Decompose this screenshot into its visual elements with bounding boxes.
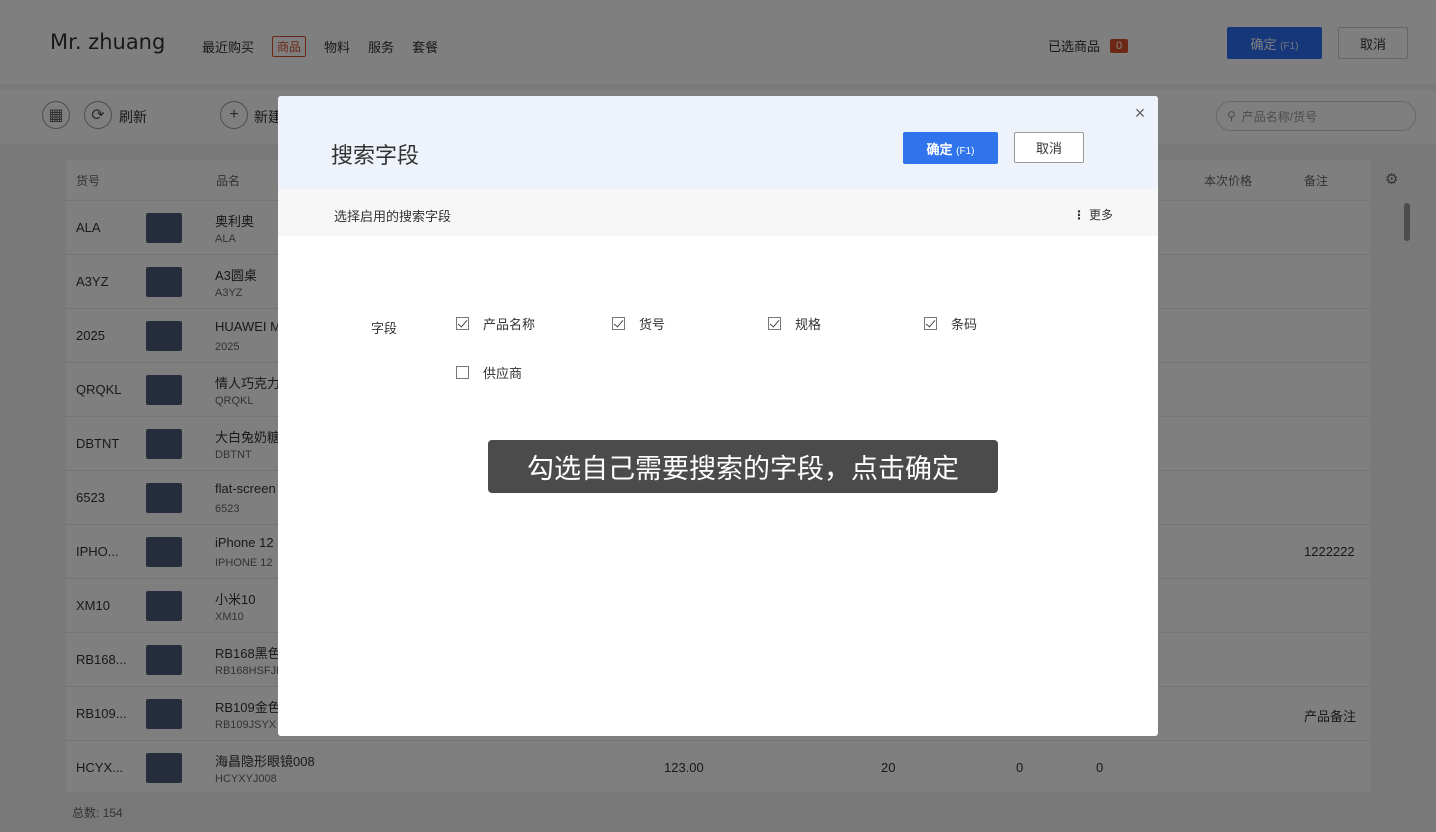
field-option-spec[interactable]: 规格 [768,314,821,333]
field-option-code[interactable]: 货号 [612,314,665,333]
more-label: 更多 [1089,208,1114,222]
field-label: 字段 [371,321,398,336]
more-vertical-icon: ⋮ [1073,207,1085,222]
option-label: 供应商 [483,366,523,381]
dialog-subheader: 选择启用的搜索字段 ⋮ 更多 [278,189,1158,236]
search-fields-dialog: 搜索字段 确定 (F1) 取消 × 选择启用的搜索字段 ⋮ 更多 字段 产品名称… [278,96,1158,736]
dialog-title: 搜索字段 [331,143,420,168]
checkbox[interactable] [456,366,469,379]
tutorial-caption: 勾选自己需要搜索的字段，点击确定 [488,440,998,493]
field-option-supplier[interactable]: 供应商 [456,363,522,382]
option-label: 条码 [951,317,978,332]
checkbox[interactable] [612,317,625,330]
field-option-barcode[interactable]: 条码 [924,314,977,333]
dialog-confirm-hotkey: (F1) [956,145,975,157]
dialog-confirm-button[interactable]: 确定 (F1) [903,132,998,164]
more-button[interactable]: ⋮ 更多 [1073,206,1113,223]
option-label: 货号 [639,317,666,332]
option-label: 规格 [795,317,822,332]
option-label: 产品名称 [483,317,536,332]
dialog-header: 搜索字段 确定 (F1) 取消 × [278,96,1158,189]
close-icon[interactable]: × [1132,103,1148,123]
checkbox[interactable] [768,317,781,330]
checkbox[interactable] [924,317,937,330]
subheader-title: 选择启用的搜索字段 [334,209,452,224]
dialog-confirm-label: 确定 [926,141,953,157]
dialog-cancel-button[interactable]: 取消 [1014,132,1084,163]
field-option-product-name[interactable]: 产品名称 [456,314,535,333]
checkbox[interactable] [456,317,469,330]
